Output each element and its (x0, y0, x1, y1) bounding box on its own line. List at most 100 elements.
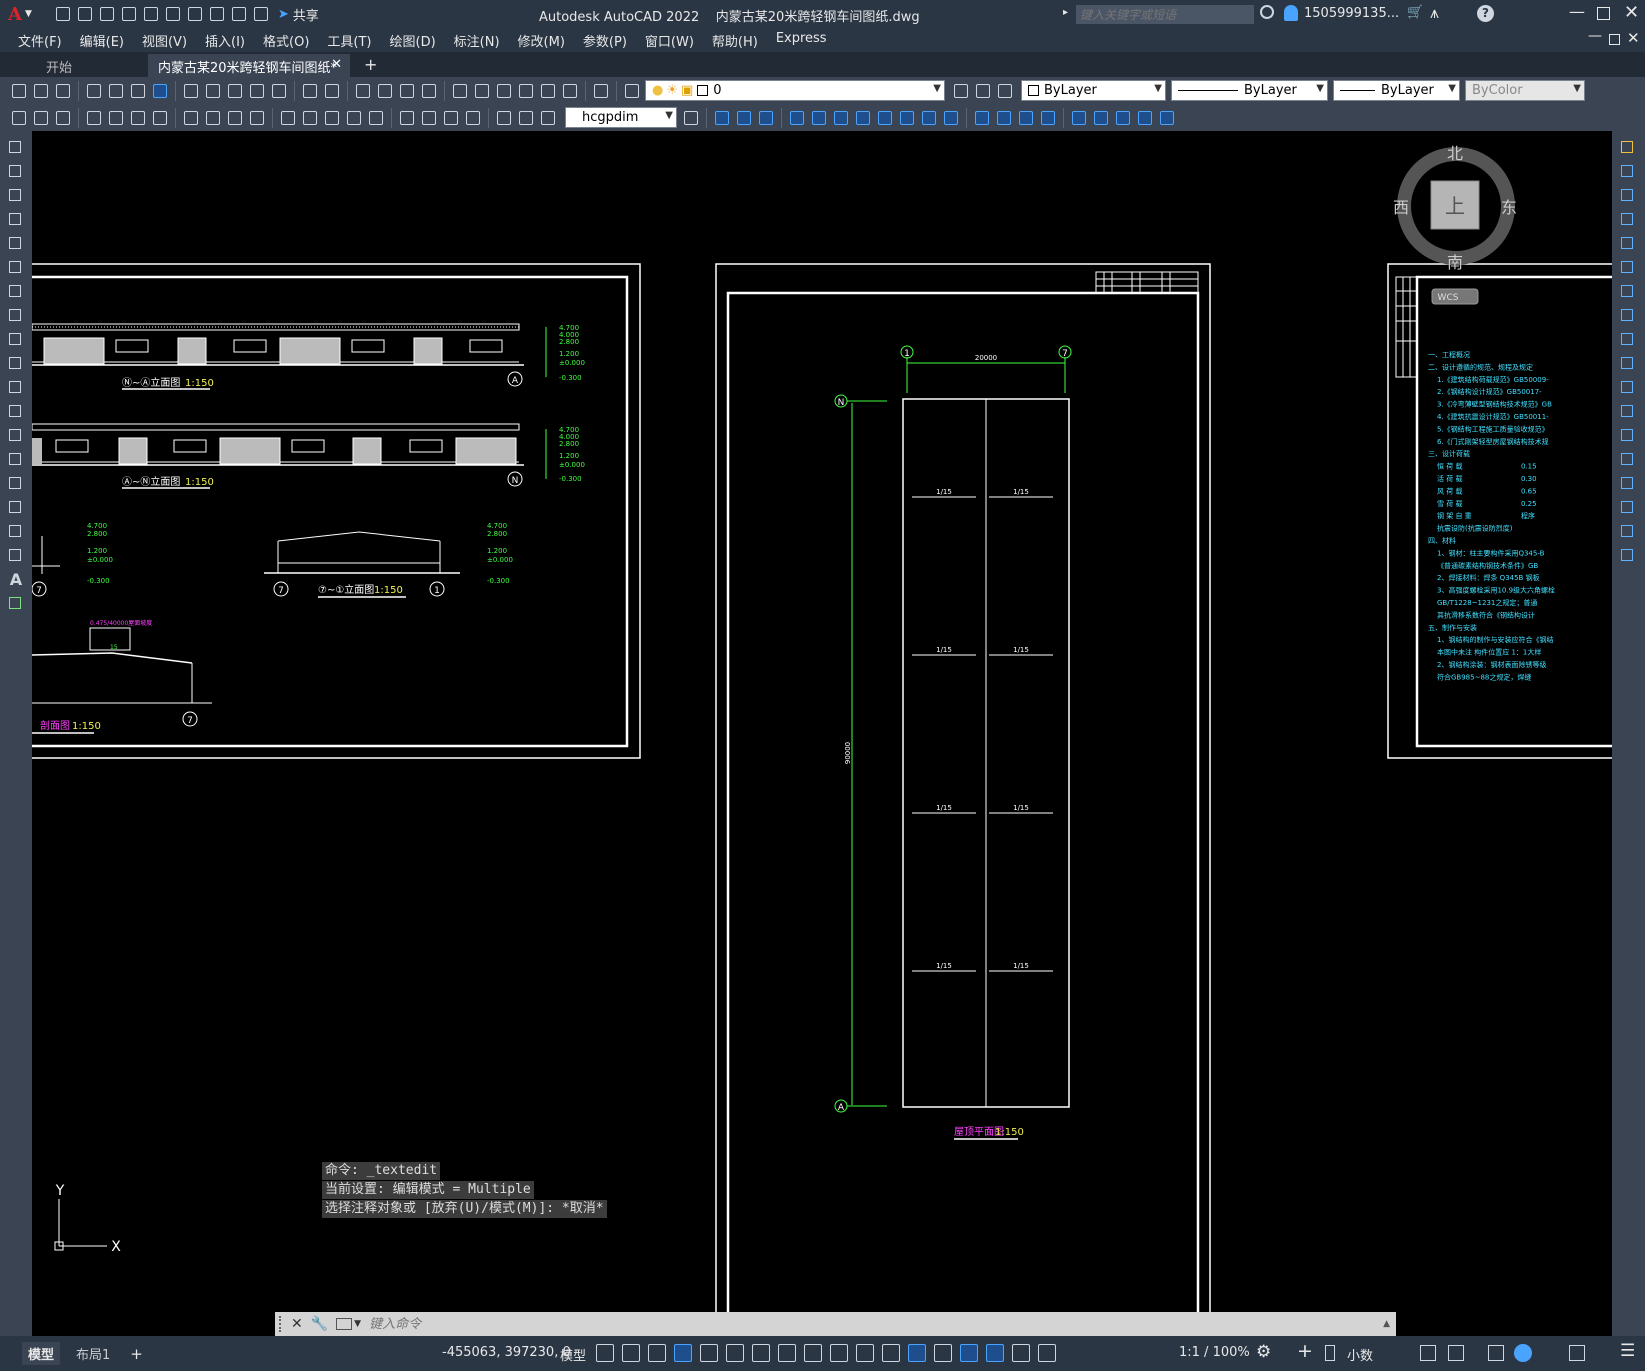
calculator-icon[interactable] (560, 81, 580, 101)
join-icon[interactable] (994, 108, 1014, 128)
hatch-icon[interactable] (4, 474, 28, 492)
undo-icon[interactable] (207, 4, 227, 24)
fillet-icon[interactable] (1038, 108, 1058, 128)
chamfer-tool-icon[interactable] (1616, 474, 1640, 492)
diameter-dim-icon[interactable] (225, 108, 245, 128)
mirror-tool-icon[interactable] (1616, 186, 1640, 204)
extend-icon[interactable] (941, 108, 961, 128)
layer-previous-icon[interactable] (973, 81, 993, 101)
ellipse-arc-icon[interactable] (4, 378, 28, 396)
tolerance-icon[interactable] (397, 108, 417, 128)
region-icon[interactable] (4, 522, 28, 540)
explode-tool-icon[interactable] (1616, 546, 1640, 564)
doc-restore-icon[interactable] (1609, 34, 1620, 45)
lengthen-icon[interactable] (1135, 108, 1155, 128)
add-layout-icon[interactable]: + (130, 1345, 143, 1363)
move-tool-icon[interactable] (1616, 258, 1640, 276)
jogged-linear-icon[interactable] (463, 108, 483, 128)
workspace-gear-icon[interactable]: ⚙ (1256, 1342, 1271, 1362)
markup-icon[interactable] (538, 81, 558, 101)
command-scroll-up-icon[interactable]: ▲ (1383, 1319, 1390, 1329)
command-customize-icon[interactable]: 🔧 (311, 1316, 328, 1332)
user-icon[interactable] (1284, 5, 1298, 21)
rotate-icon[interactable] (853, 108, 873, 128)
line-icon[interactable] (4, 138, 28, 156)
new-tab-icon[interactable]: + (364, 55, 377, 74)
ortho-icon[interactable] (674, 1344, 692, 1362)
menu-item[interactable]: 标注(N) (445, 31, 509, 50)
zoom-realtime-icon[interactable] (375, 81, 395, 101)
snap-mode-icon[interactable] (622, 1344, 640, 1362)
paste-icon[interactable] (225, 81, 245, 101)
polygon-icon[interactable] (4, 210, 28, 228)
batch-plot-icon[interactable] (128, 81, 148, 101)
units-value[interactable]: 小数 (1347, 1345, 1373, 1364)
command-recent-icon[interactable] (336, 1318, 353, 1330)
3d-osnap-icon[interactable] (882, 1344, 900, 1362)
close-icon[interactable]: ✕ (1624, 2, 1639, 23)
redo-icon[interactable] (322, 81, 342, 101)
scale-icon[interactable] (875, 108, 895, 128)
help-icon[interactable]: ? (1477, 5, 1494, 22)
viewcube[interactable]: 上 北 南 西 东 WCS (1393, 144, 1517, 305)
object-snap-tracking-icon[interactable] (752, 1344, 770, 1362)
draworder-icon[interactable] (53, 108, 73, 128)
zoom-window-icon[interactable] (397, 81, 417, 101)
autoscale-icon[interactable] (1012, 1344, 1030, 1362)
search-expand-icon[interactable]: ▸ (1063, 7, 1068, 18)
ordinate-dim-icon[interactable] (150, 108, 170, 128)
maximize-icon[interactable] (1597, 7, 1610, 20)
jogged-dim-icon[interactable] (203, 108, 223, 128)
qnew-icon[interactable] (9, 81, 29, 101)
polyline-icon[interactable] (4, 186, 28, 204)
redo-icon[interactable] (229, 4, 249, 24)
print-icon[interactable] (185, 4, 205, 24)
quick-properties-icon[interactable] (1420, 1345, 1436, 1361)
command-recent-chevron-icon[interactable]: ▼ (354, 1319, 361, 1329)
array-icon[interactable] (809, 108, 829, 128)
blend-curves-icon[interactable] (1616, 522, 1640, 540)
color-dropdown[interactable]: ByLayer ▼ (1021, 80, 1166, 101)
trim-icon[interactable] (919, 108, 939, 128)
layout1-tab[interactable]: 布局1 (76, 1344, 110, 1363)
transparency-icon[interactable] (830, 1344, 848, 1362)
menu-item[interactable]: 格式(O) (254, 31, 318, 50)
lock-ui-icon[interactable] (1448, 1345, 1464, 1361)
break-icon[interactable] (972, 108, 992, 128)
break-tool-icon[interactable] (1616, 426, 1640, 444)
polar-tracking-icon[interactable] (700, 1344, 718, 1362)
customization-menu-icon[interactable]: ☰ (1620, 1341, 1635, 1361)
insert-block-icon[interactable] (4, 402, 28, 420)
linear-dim-icon[interactable] (84, 108, 104, 128)
layer-states-icon[interactable] (995, 81, 1015, 101)
preview-icon[interactable] (106, 81, 126, 101)
center-mark-icon[interactable] (419, 108, 439, 128)
menu-item[interactable]: 帮助(H) (703, 31, 767, 50)
annotation-monitor-icon[interactable]: + (1297, 1340, 1313, 1362)
search-input[interactable] (1076, 5, 1254, 24)
break-at-point-icon[interactable] (1616, 402, 1640, 420)
selection-cycling-icon[interactable] (856, 1344, 874, 1362)
arc-length-dim-icon[interactable] (128, 108, 148, 128)
extend-tool-icon[interactable] (1616, 378, 1640, 396)
mirror-icon[interactable] (756, 108, 776, 128)
layer-properties-icon[interactable] (622, 81, 642, 101)
dim-text-edit-icon[interactable] (516, 108, 536, 128)
gradient-icon[interactable] (4, 498, 28, 516)
menu-item[interactable]: 工具(T) (318, 31, 380, 50)
3d-print-icon[interactable] (150, 81, 170, 101)
export-icon[interactable] (163, 4, 183, 24)
stretch-tool-icon[interactable] (1616, 330, 1640, 348)
move-icon[interactable] (831, 108, 851, 128)
isodraft-icon[interactable] (726, 1344, 744, 1362)
menu-item[interactable]: Express (767, 31, 836, 50)
make-block-icon[interactable] (4, 426, 28, 444)
make-current-layer-icon[interactable] (951, 81, 971, 101)
object-snap-icon[interactable] (778, 1344, 796, 1362)
dim-space-icon[interactable] (344, 108, 364, 128)
open-file-icon[interactable] (75, 4, 95, 24)
array-tool-icon[interactable] (1616, 234, 1640, 252)
menu-item[interactable]: 修改(M) (509, 31, 574, 50)
save-as-icon[interactable] (119, 4, 139, 24)
model-tab[interactable]: 模型 (22, 1342, 61, 1365)
